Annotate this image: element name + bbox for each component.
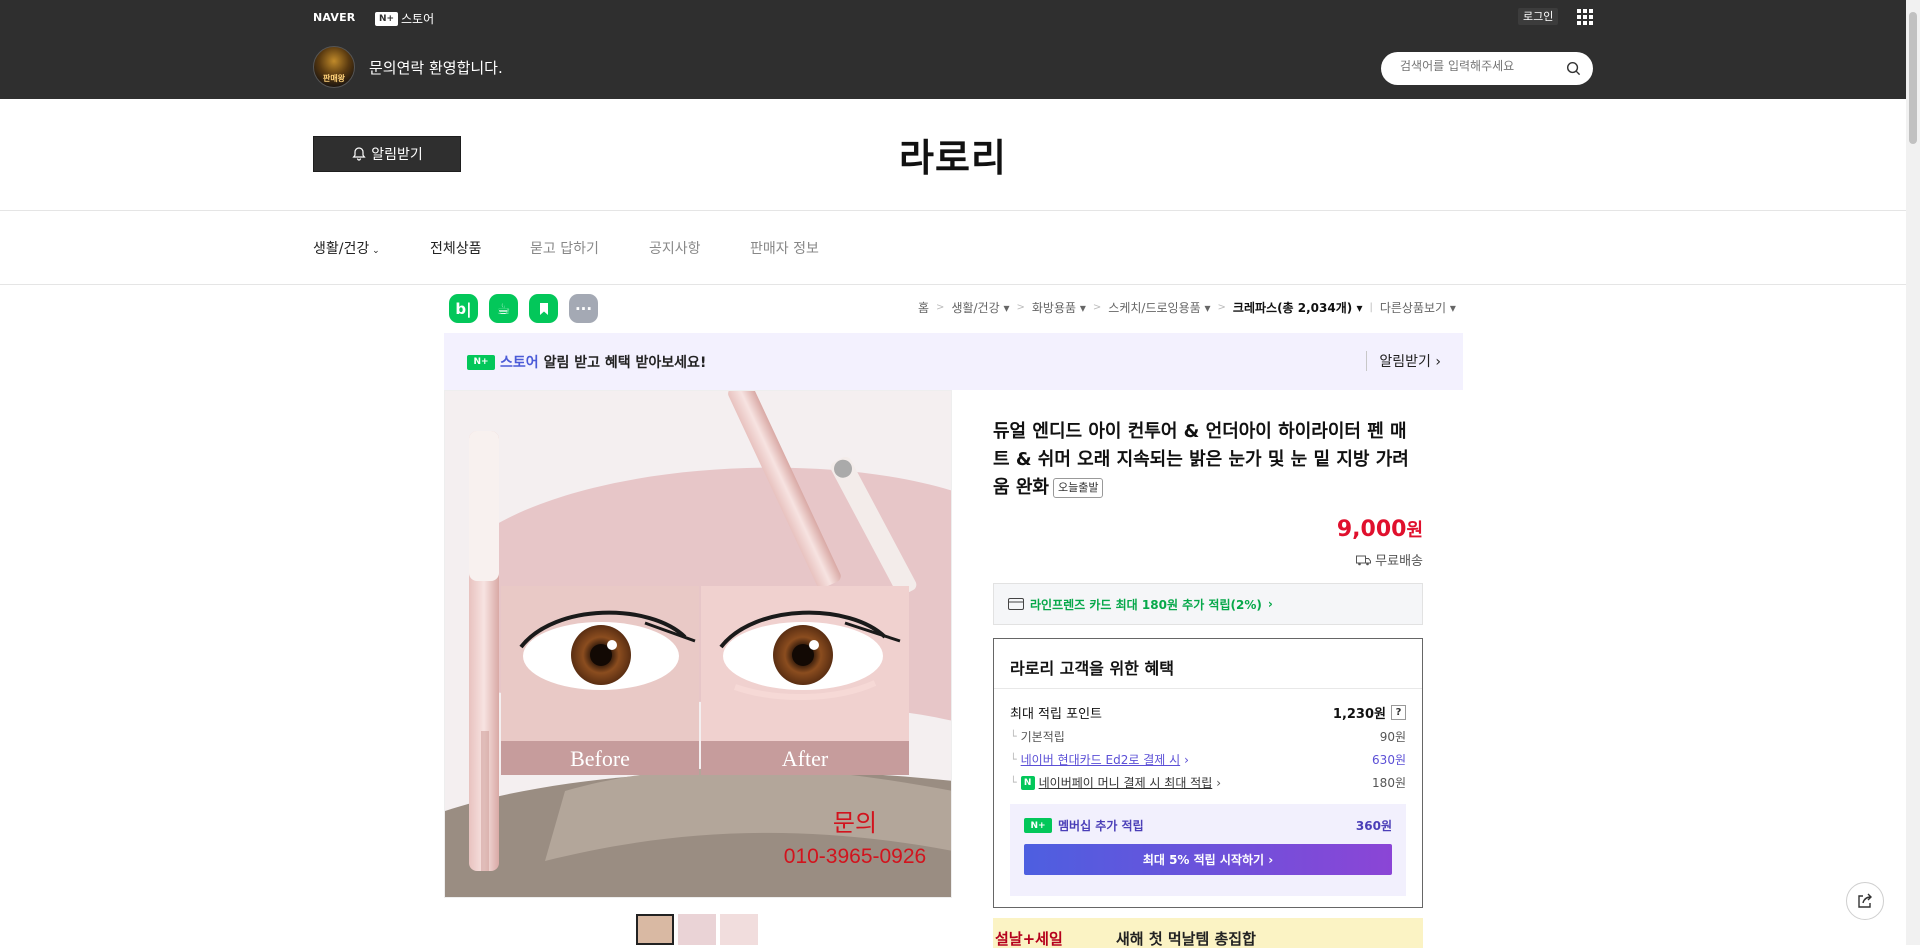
avatar-text: 판매왕 — [322, 74, 346, 83]
benefit-title: 라로리 고객을 위한 혜택 — [1010, 659, 1174, 678]
thumbnail-3[interactable] — [720, 914, 758, 945]
store-logo-text: 스토어 — [401, 12, 435, 26]
bookmark-share-icon[interactable] — [529, 294, 558, 323]
help-icon[interactable]: ? — [1391, 705, 1406, 720]
contact-title: 문의 — [833, 809, 877, 837]
benefit-row-npay: └ N 네이버페이 머니 결제 시 최대 적립 › 180원 — [1010, 774, 1406, 791]
membership-box: N+ 멤버십 추가 적립 360원 최대 5% 적립 시작하기 › — [1010, 804, 1406, 896]
thumbnail-2[interactable] — [678, 914, 716, 945]
npay-money-link[interactable]: 네이버페이 머니 결제 시 최대 적립 — [1039, 774, 1213, 791]
naver-store-logo[interactable]: N+ 스토어 — [375, 10, 434, 27]
breadcrumb-home[interactable]: 홈 — [918, 299, 929, 316]
nav-item-notice[interactable]: 공지사항 — [649, 238, 701, 258]
benefit-row-card: └ 네이버 현대카드 Ed2로 결제 시 › 630원 — [1010, 751, 1406, 768]
card-benefit-link[interactable]: 라인프렌즈 카드 최대 180원 추가 적립(2%) › — [993, 583, 1423, 625]
membership-mark: N+ — [1024, 818, 1052, 833]
thumbnail-1[interactable] — [636, 914, 674, 945]
benefit-box: 라로리 고객을 위한 혜택 최대 적립 포인트 1,230원? └ 기본적립 90… — [993, 638, 1423, 908]
before-label: Before — [570, 746, 630, 771]
benefit-row-basic: └ 기본적립 90원 — [1010, 730, 1406, 744]
truck-icon — [1356, 555, 1372, 565]
thumbnail-list — [636, 914, 758, 945]
max-points-row: 최대 적립 포인트 1,230원? — [1010, 703, 1406, 722]
promo-left-text: 설날+세일 — [995, 930, 1063, 948]
store-word: 스토어 — [500, 355, 539, 371]
global-header: NAVER N+ 스토어 로그인 판매왕 문의연락 환영합니다. — [0, 0, 1906, 99]
search-input[interactable] — [1400, 59, 1560, 73]
store-mark: N+ — [375, 11, 398, 26]
naver-logo[interactable]: NAVER — [313, 11, 355, 24]
hyundai-card-link[interactable]: 네이버 현대카드 Ed2로 결제 시 — [1021, 751, 1181, 768]
login-button[interactable]: 로그인 — [1518, 8, 1559, 25]
breadcrumb-cat4[interactable]: 크레파스(총 2,034개) ▾ — [1233, 299, 1363, 316]
product-photo: Before After 문의 010-3965-0926 — [445, 391, 951, 897]
search-icon[interactable] — [1566, 61, 1581, 76]
store-avatar[interactable]: 판매왕 — [313, 46, 355, 88]
banner-text: 알림 받고 혜택 받아보세요! — [543, 355, 707, 371]
credit-card-icon — [1008, 598, 1024, 610]
store-title: 라로리 — [899, 136, 1007, 180]
membership-start-button[interactable]: 최대 5% 적립 시작하기 › — [1024, 844, 1392, 875]
page-scrollbar[interactable] — [1906, 0, 1920, 945]
contact-phone: 010-3965-0926 — [784, 845, 926, 868]
today-ship-badge: 오늘출발 — [1052, 478, 1104, 498]
banner-alarm-link[interactable]: 알림받기 › — [1366, 351, 1441, 371]
scrollbar-thumb[interactable] — [1909, 12, 1917, 144]
nav-item-category[interactable]: 생활/건강 ⌄ — [313, 238, 380, 258]
breadcrumb-cat1[interactable]: 생활/건강 ▾ — [951, 299, 1009, 316]
grid-icon[interactable] — [1577, 9, 1593, 25]
breadcrumb-cat2[interactable]: 화방용품 ▾ — [1032, 299, 1086, 316]
breadcrumb-cat3[interactable]: 스케치/드로잉용품 ▾ — [1108, 299, 1210, 316]
other-products-link[interactable]: 다른상품보기 ▾ — [1380, 299, 1456, 316]
nav-item-seller-info[interactable]: 판매자 정보 — [750, 238, 819, 258]
category-nav: 생활/건강 ⌄ 전체상품 묻고 답하기 공지사항 판매자 정보 — [0, 211, 1906, 285]
share-button[interactable] — [1846, 882, 1884, 920]
nav-item-qna[interactable]: 묻고 답하기 — [530, 238, 599, 258]
store-mark: N+ — [467, 354, 495, 370]
product-main-image[interactable]: Before After 문의 010-3965-0926 — [444, 390, 952, 898]
product-title: 듀얼 엔디드 아이 컨투어 & 언더아이 하이라이터 펜 매트 & 쉬머 오래 … — [993, 421, 1409, 498]
search-box — [1381, 52, 1593, 85]
bookmark-icon — [539, 302, 548, 315]
more-share-icon[interactable]: ··· — [569, 294, 598, 323]
share-icon — [1858, 893, 1872, 908]
after-label: After — [782, 746, 829, 771]
blog-share-icon[interactable]: b| — [449, 294, 478, 323]
store-header: 알림받기 라로리 — [0, 99, 1906, 211]
shipping-info: 무료배송 — [1356, 550, 1423, 569]
chevron-down-icon: ⌄ — [369, 246, 380, 256]
promo-right-text: 새해 첫 먹날템 총집합 — [1116, 930, 1256, 948]
store-welcome-text: 문의연락 환영합니다. — [369, 59, 503, 77]
alarm-banner: N+ 스토어 알림 받고 혜택 받아보세요! 알림받기 › — [444, 333, 1463, 390]
product-price: 9,000원 — [1336, 517, 1423, 542]
breadcrumb: 홈 > 생활/건강 ▾ > 화방용품 ▾ > 스케치/드로잉용품 ▾ > 크레파… — [918, 299, 1456, 316]
npay-icon: N — [1020, 775, 1035, 790]
nav-item-all-products[interactable]: 전체상품 — [430, 238, 482, 258]
promo-banner[interactable]: 설날+세일 새해 첫 먹날템 총집합 — [993, 918, 1423, 948]
cafe-share-icon[interactable]: ☕ — [489, 294, 518, 323]
